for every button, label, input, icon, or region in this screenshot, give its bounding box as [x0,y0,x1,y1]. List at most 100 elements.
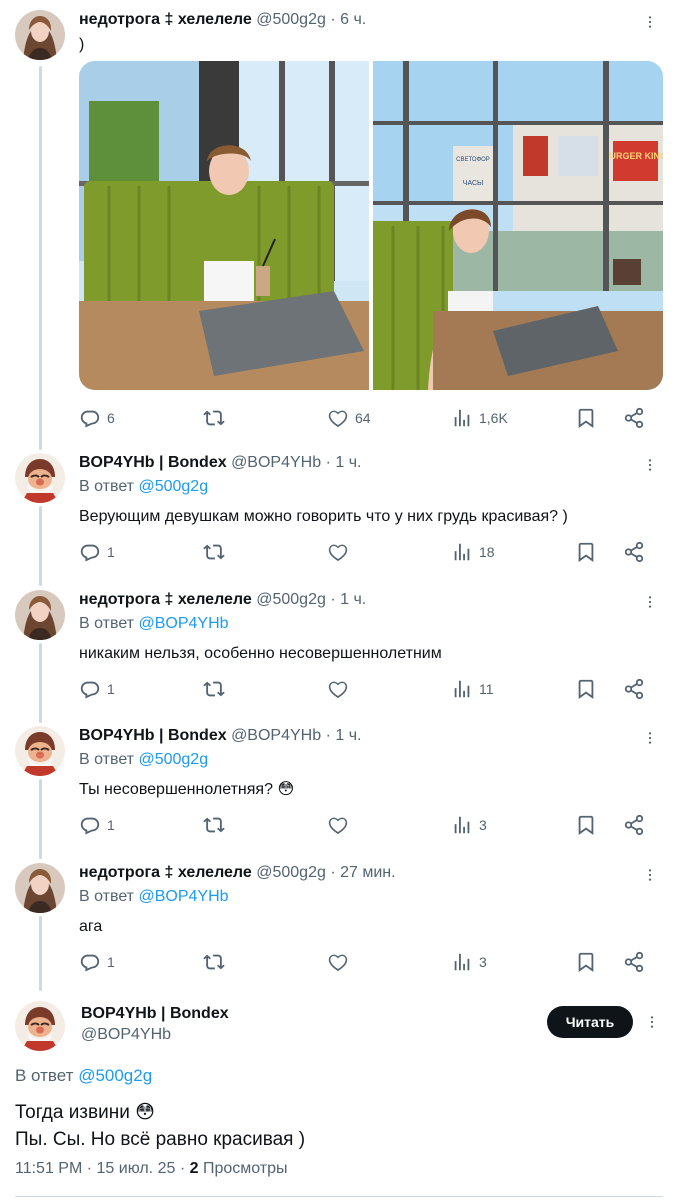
reply-button[interactable]: 6 [79,406,115,430]
views-count: 2 [189,1160,199,1177]
repost-button[interactable] [203,813,225,837]
share-icon [623,951,645,973]
more-icon[interactable] [642,14,658,30]
views-icon [451,541,473,563]
bookmark-icon [575,407,597,429]
author-name[interactable]: недотрога ‡ хелелеле [79,864,252,881]
repost-button[interactable] [203,950,225,974]
reply-context: В ответ @500g2g [15,1066,152,1086]
tweet-meta: 11:51 PM · 15 июл. 25 · 2 Просмотры [15,1160,288,1178]
reply-icon [79,407,101,429]
views-button[interactable]: 11 [451,677,494,701]
author-name[interactable]: BOP4YHb | Bondex [81,1005,229,1023]
separator: · [325,727,331,744]
repost-icon [203,814,225,836]
reply-count: 1 [107,681,115,697]
share-button[interactable] [623,813,645,837]
more-icon[interactable] [642,730,658,746]
reply-count: 1 [107,817,115,833]
bookmark-button[interactable] [575,540,597,564]
tweet-text: ага [79,918,103,935]
like-button[interactable] [327,677,349,701]
reply-button[interactable]: 1 [79,950,115,974]
more-icon[interactable] [644,1014,660,1030]
author-name[interactable]: BOP4YHb | Bondex [79,454,227,471]
repost-button[interactable] [203,540,225,564]
author-name[interactable]: недотрога ‡ хелелеле [79,591,252,608]
tweet[interactable]: недотрога ‡ хелелеле @500g2g · 27 мин. В… [0,863,678,983]
tweet[interactable]: недотрога ‡ хелелеле @500g2g · 1 ч. В от… [0,590,678,710]
avatar[interactable] [15,863,65,913]
views-button[interactable]: 1,6K [451,406,508,430]
avatar[interactable] [15,590,65,640]
bookmark-button[interactable] [575,813,597,837]
like-button[interactable]: 64 [327,406,371,430]
timestamp[interactable]: 1 ч. [340,591,366,608]
share-button[interactable] [623,677,645,701]
like-icon [327,814,349,836]
avatar[interactable] [15,453,65,503]
tweet-actions: 1 3 [79,950,649,974]
mention-link[interactable]: @BOP4YHb [138,888,228,905]
like-button[interactable] [327,540,349,564]
avatar[interactable] [15,1001,65,1051]
tweet-text: Верующим девушкам можно говорить что у н… [79,508,568,525]
author-name[interactable]: недотрога ‡ хелелеле [79,11,252,28]
tweet[interactable]: BOP4YHb | Bondex @BOP4YHb · 1 ч. В ответ… [0,453,678,573]
author-name[interactable]: BOP4YHb | Bondex [79,727,227,744]
mention-link[interactable]: @BOP4YHb [138,615,228,632]
follow-button[interactable]: Читать [547,1006,633,1038]
tweet-photo[interactable]: BURGER KING СВЕТОФОР ЧАСЫ [373,61,663,390]
views-button[interactable]: 18 [451,540,495,564]
mention-link[interactable]: @500g2g [78,1066,152,1085]
views-button[interactable]: 3 [451,950,487,974]
repost-icon [203,678,225,700]
mention-link[interactable]: @500g2g [138,751,208,768]
share-button[interactable] [623,540,645,564]
repost-button[interactable] [203,406,225,430]
avatar[interactable] [15,10,65,60]
tweet-actions: 1 3 [79,813,649,837]
more-icon[interactable] [642,867,658,883]
bookmark-button[interactable] [575,950,597,974]
bookmark-button[interactable] [575,677,597,701]
repost-button[interactable] [203,677,225,701]
mention-link[interactable]: @500g2g [138,478,208,495]
tweet-text: ) [79,36,85,53]
timestamp[interactable]: 6 ч. [340,11,366,28]
author-handle[interactable]: @500g2g [256,864,326,881]
tweet[interactable]: BOP4YHb | Bondex @BOP4YHb · 1 ч. В ответ… [0,726,678,846]
timestamp[interactable]: 27 мин. [340,864,395,881]
reply-prefix: В ответ [15,1066,74,1085]
author-handle[interactable]: @500g2g [256,591,326,608]
bookmark-button[interactable] [575,406,597,430]
share-button[interactable] [623,950,645,974]
tweet-header: недотрога ‡ хелелеле @500g2g · 6 ч. [79,10,366,30]
more-icon[interactable] [642,594,658,610]
tweet-actions: 1 18 [79,540,649,564]
views-button[interactable]: 3 [451,813,487,837]
reply-button[interactable]: 1 [79,813,115,837]
timestamp[interactable]: 1 ч. [335,727,361,744]
tweet[interactable]: недотрога ‡ хелелеле @500g2g · 6 ч. ) BU… [0,10,678,430]
author-handle[interactable]: @BOP4YHb [81,1026,171,1044]
reply-button[interactable]: 1 [79,540,115,564]
separator: · [325,454,331,471]
author-handle[interactable]: @BOP4YHb [231,454,321,471]
like-count: 64 [355,410,371,426]
author-handle[interactable]: @BOP4YHb [231,727,321,744]
like-button[interactable] [327,950,349,974]
timestamp[interactable]: 11:51 PM · 15 июл. 25 · [15,1160,190,1177]
reply-context: В ответ @500g2g [79,478,208,496]
more-icon[interactable] [642,457,658,473]
timestamp[interactable]: 1 ч. [335,454,361,471]
share-button[interactable] [623,406,645,430]
avatar[interactable] [15,726,65,776]
tweet-photo[interactable] [79,61,369,390]
views-icon [451,407,473,429]
reply-button[interactable]: 1 [79,677,115,701]
author-handle[interactable]: @500g2g [256,11,326,28]
reply-context: В ответ @BOP4YHb [79,888,229,906]
like-button[interactable] [327,813,349,837]
views-count: 3 [479,817,487,833]
